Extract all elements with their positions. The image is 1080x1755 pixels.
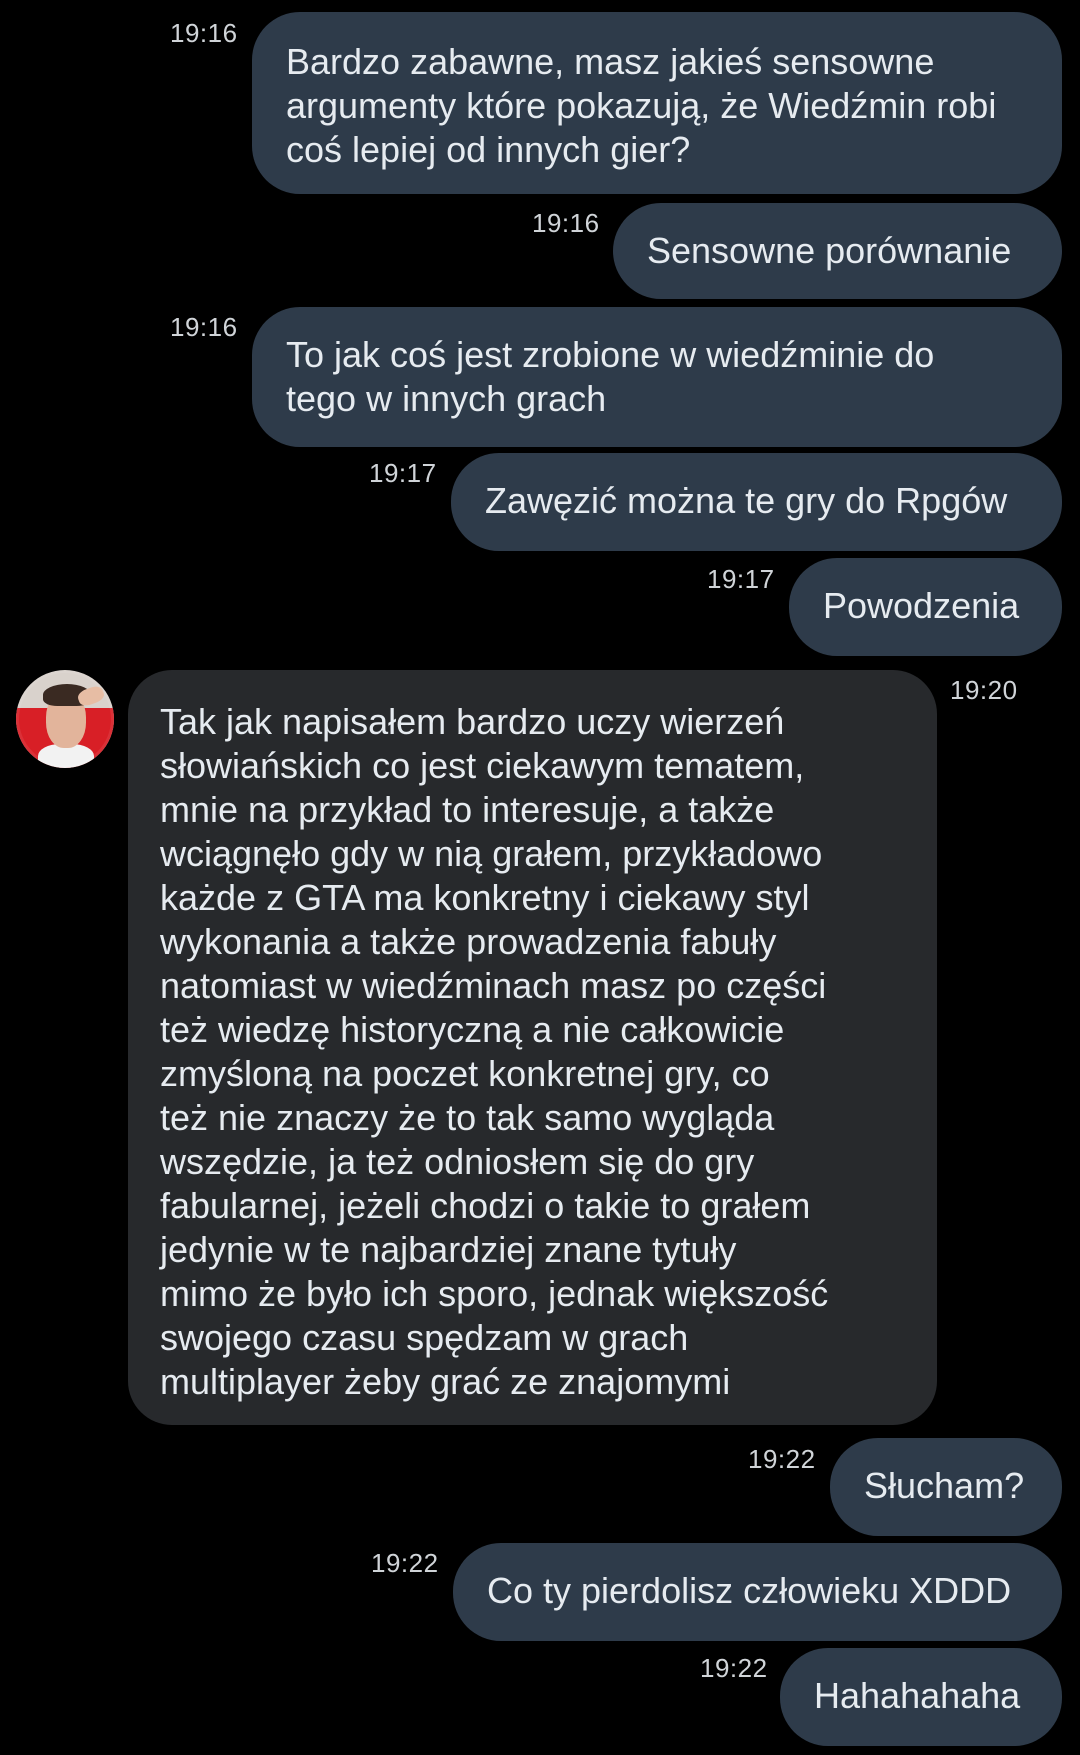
message-text-line: Sensowne porównanie bbox=[647, 230, 1012, 271]
message-text-line: fabularnej, jeżeli chodzi o takie to gra… bbox=[160, 1185, 811, 1226]
message-text-line: mnie na przykład to interesuje, a także bbox=[160, 789, 775, 830]
message-timestamp: 19:16 bbox=[170, 312, 238, 342]
outgoing-message-bubble[interactable]: Sensowne porównanie bbox=[613, 203, 1062, 299]
message-timestamp: 19:22 bbox=[700, 1653, 768, 1683]
message-timestamp: 19:17 bbox=[369, 458, 437, 488]
message-text-line: Zawęzić można te gry do Rpgów bbox=[485, 480, 1008, 521]
message-text-line: Bardzo zabawne, masz jakieś sensowne bbox=[286, 41, 935, 82]
message-text-line: Tak jak napisałem bardzo uczy wierzeń bbox=[160, 701, 785, 742]
message-timestamp: 19:16 bbox=[532, 208, 600, 238]
message-text-line: Słucham? bbox=[864, 1465, 1025, 1506]
message-text-line: zmyśloną na poczet konkretnej gry, co bbox=[160, 1053, 770, 1094]
message-timestamp: 19:17 bbox=[707, 564, 775, 594]
incoming-message-bubble[interactable]: Tak jak napisałem bardzo uczy wierzeń sł… bbox=[128, 670, 937, 1425]
outgoing-message-bubble[interactable]: To jak coś jest zrobione w wiedźminie do… bbox=[252, 307, 1062, 447]
chat-thread: 19:16 Bardzo zabawne, masz jakieś sensow… bbox=[0, 0, 1080, 1755]
message-text-line: coś lepiej od innych gier? bbox=[286, 129, 691, 170]
outgoing-message-bubble[interactable]: Zawęzić można te gry do Rpgów bbox=[451, 453, 1062, 551]
message-timestamp: 19:22 bbox=[371, 1548, 439, 1578]
message-text-line: Powodzenia bbox=[823, 585, 1020, 626]
message-text-line: też wiedzę historyczną a nie całkowicie bbox=[160, 1009, 785, 1050]
contact-avatar[interactable] bbox=[16, 670, 114, 768]
message-text-line: natomiast w wiedźminach masz po części bbox=[160, 965, 827, 1006]
message-text-line: To jak coś jest zrobione w wiedźminie do bbox=[286, 334, 935, 375]
message-text-line: wciągnęło gdy w nią grałem, przykładowo bbox=[160, 833, 823, 874]
message-text-line: wszędzie, ja też odniosłem się do gry bbox=[160, 1141, 755, 1182]
outgoing-message-bubble[interactable]: Powodzenia bbox=[789, 558, 1062, 656]
outgoing-message-bubble[interactable]: Hahahahaha bbox=[780, 1648, 1062, 1746]
message-text-line: każde z GTA ma konkretny i ciekawy styl bbox=[160, 877, 810, 918]
message-timestamp: 19:20 bbox=[950, 675, 1018, 705]
message-text-line: też nie znaczy że to tak samo wygląda bbox=[160, 1097, 775, 1138]
message-text-line: multiplayer żeby grać ze znajomymi bbox=[160, 1361, 731, 1402]
outgoing-message-bubble[interactable]: Co ty pierdolisz człowieku XDDD bbox=[453, 1543, 1062, 1641]
outgoing-message-bubble[interactable]: Słucham? bbox=[830, 1438, 1062, 1536]
message-text-line: Co ty pierdolisz człowieku XDDD bbox=[487, 1570, 1012, 1611]
message-text-line: jedynie w te najbardziej znane tytuły bbox=[160, 1229, 737, 1270]
message-text-line: Hahahahaha bbox=[814, 1675, 1021, 1716]
message-text-line: wykonania a także prowadzenia fabuły bbox=[160, 921, 777, 962]
message-text-line: mimo że było ich sporo, jednak większość bbox=[160, 1273, 829, 1314]
message-timestamp: 19:16 bbox=[170, 18, 238, 48]
message-text-line: tego w innych grach bbox=[286, 378, 607, 419]
message-text-line: argumenty które pokazują, że Wiedźmin ro… bbox=[286, 85, 997, 126]
message-timestamp: 19:22 bbox=[748, 1444, 816, 1474]
message-text-line: swojego czasu spędzam w grach bbox=[160, 1317, 689, 1358]
message-text-line: słowiańskich co jest ciekawym tematem, bbox=[160, 745, 805, 786]
outgoing-message-bubble[interactable]: Bardzo zabawne, masz jakieś sensowne arg… bbox=[252, 12, 1062, 194]
